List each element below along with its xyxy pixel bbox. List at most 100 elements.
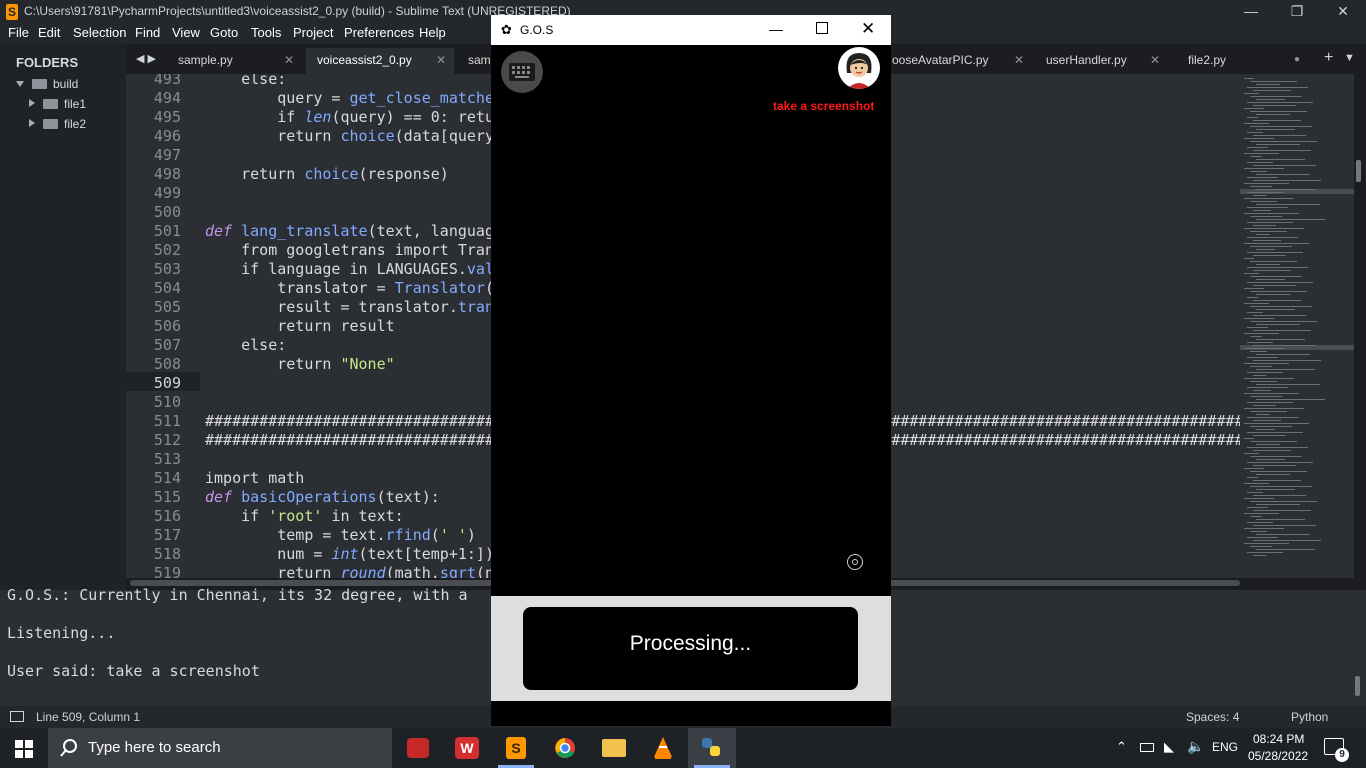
clock-date[interactable]: 05/28/2022 xyxy=(1248,749,1308,763)
minimap-line xyxy=(1256,354,1310,355)
menu-goto[interactable]: Goto xyxy=(210,25,238,40)
minimap[interactable] xyxy=(1240,74,1354,578)
minimap-line xyxy=(1244,213,1299,214)
taskbar-search[interactable]: Type here to search xyxy=(48,728,392,768)
menu-edit[interactable]: Edit xyxy=(38,25,60,40)
tab-sample[interactable]: sample.py ✕ xyxy=(162,48,302,74)
wifi-icon[interactable]: ◣ xyxy=(1164,739,1174,755)
minimap-line xyxy=(1256,324,1300,325)
restore-button[interactable]: ❐ xyxy=(1274,0,1320,24)
taskbar-python-app[interactable] xyxy=(688,728,736,768)
tab-userhandler[interactable]: userHandler.py ✕ xyxy=(1036,48,1168,74)
minimize-button[interactable]: — xyxy=(1228,0,1274,24)
taskbar-wps-app[interactable]: W xyxy=(443,728,491,768)
sidebar-item-build[interactable]: build xyxy=(16,77,78,91)
vertical-scrollbar[interactable] xyxy=(1356,160,1361,182)
close-button[interactable]: ✕ xyxy=(1320,0,1366,24)
minimap-line xyxy=(1253,180,1321,181)
minimap-line xyxy=(1253,450,1291,451)
code-line: else: xyxy=(205,74,287,88)
taskbar-chrome-app[interactable] xyxy=(541,728,589,768)
processing-status-button[interactable]: Processing... xyxy=(523,607,858,690)
line-number: 519 xyxy=(153,564,181,578)
syntax-setting[interactable]: Python xyxy=(1291,710,1328,724)
sublime-logo-icon: S xyxy=(6,4,18,20)
close-icon[interactable]: ✕ xyxy=(1014,48,1024,72)
minimap-line xyxy=(1253,165,1316,166)
minimap-line xyxy=(1253,540,1321,541)
unsaved-dot-icon[interactable]: ● xyxy=(1294,48,1300,72)
menu-preferences[interactable]: Preferences xyxy=(344,25,414,40)
minimap-line xyxy=(1253,525,1316,526)
minimap-line xyxy=(1250,336,1262,337)
tab-voiceassist[interactable]: voiceassist2_0.py ✕ xyxy=(306,48,454,74)
battery-icon[interactable] xyxy=(1140,743,1154,752)
minimap-line xyxy=(1247,312,1263,313)
minimap-line xyxy=(1256,219,1325,220)
chevron-right-icon xyxy=(29,99,35,107)
tab-nav-arrows[interactable]: ◀ ▶ xyxy=(136,52,156,65)
chevron-up-icon[interactable]: ⌃ xyxy=(1116,739,1127,755)
menu-project[interactable]: Project xyxy=(293,25,333,40)
close-icon[interactable]: ✕ xyxy=(1150,48,1160,72)
menu-find[interactable]: Find xyxy=(135,25,160,40)
menu-selection[interactable]: Selection xyxy=(73,25,126,40)
avatar-button[interactable] xyxy=(838,47,880,89)
minimap-line xyxy=(1247,537,1278,538)
chevron-down-icon[interactable]: ▼ xyxy=(1344,52,1355,64)
volume-icon[interactable]: 🔈 xyxy=(1187,738,1204,755)
tab-choose-avatar[interactable]: ooseAvatarPIC.py ✕ xyxy=(892,48,1032,74)
clock-time[interactable]: 08:24 PM xyxy=(1253,732,1304,746)
search-placeholder: Type here to search xyxy=(88,739,221,756)
panel-toggle-icon[interactable] xyxy=(10,711,24,722)
minimap-line xyxy=(1256,399,1325,400)
minimap-line xyxy=(1250,546,1272,547)
minimap-line xyxy=(1244,318,1274,319)
minimap-line xyxy=(1256,384,1320,385)
minimap-line xyxy=(1253,480,1301,481)
sidebar-item-file1[interactable]: file1 xyxy=(29,97,86,111)
taskbar-vlc-app[interactable] xyxy=(639,728,687,768)
new-tab-icon[interactable]: + xyxy=(1324,49,1333,67)
minimap-line xyxy=(1256,234,1270,235)
sidebar-item-label: build xyxy=(53,77,79,91)
line-number: 499 xyxy=(153,184,181,202)
keyboard-button[interactable] xyxy=(501,51,543,93)
close-icon[interactable]: ✕ xyxy=(436,48,446,72)
close-icon[interactable]: ✕ xyxy=(284,48,294,72)
minimap-line xyxy=(1250,381,1277,382)
sidebar-item-file2[interactable]: file2 xyxy=(29,117,86,131)
line-number: 508 xyxy=(153,355,181,373)
code-line: translator = Translator() xyxy=(205,279,503,297)
console-scrollbar[interactable] xyxy=(1355,676,1360,696)
cursor-position: Line 509, Column 1 xyxy=(36,710,141,724)
taskbar-recorder-app[interactable] xyxy=(394,728,442,768)
taskbar-explorer-app[interactable] xyxy=(590,728,638,768)
tab-file2[interactable]: file2.py ● xyxy=(1178,48,1308,74)
menu-file[interactable]: File xyxy=(8,25,29,40)
language-indicator[interactable]: ENG xyxy=(1212,740,1238,754)
minimap-line xyxy=(1250,531,1267,532)
sidebar-item-label: file1 xyxy=(64,97,87,111)
menu-view[interactable]: View xyxy=(172,25,200,40)
code-line: def lang_translate(text, language xyxy=(205,222,504,240)
indent-setting[interactable]: Spaces: 4 xyxy=(1186,710,1239,724)
taskbar-sublime-app[interactable]: S xyxy=(492,728,540,768)
windows-start-icon[interactable] xyxy=(15,740,33,758)
minimap-line xyxy=(1256,174,1310,175)
gos-maximize-button[interactable] xyxy=(816,22,828,34)
minimap-line xyxy=(1247,417,1298,418)
minimap-line xyxy=(1244,333,1279,334)
gos-status-panel: Processing... xyxy=(491,596,891,701)
gos-close-button[interactable]: ✕ xyxy=(861,19,875,39)
minimap-line xyxy=(1247,477,1258,478)
line-number: 506 xyxy=(153,317,181,335)
code-line: def basicOperations(text): xyxy=(205,488,440,506)
gos-minimize-button[interactable]: — xyxy=(769,21,783,37)
minimap-line xyxy=(1250,111,1307,112)
settings-icon[interactable] xyxy=(847,554,863,570)
line-number: 496 xyxy=(153,127,181,145)
menu-help[interactable]: Help xyxy=(419,25,446,40)
minimap-line xyxy=(1256,504,1300,505)
menu-tools[interactable]: Tools xyxy=(251,25,281,40)
